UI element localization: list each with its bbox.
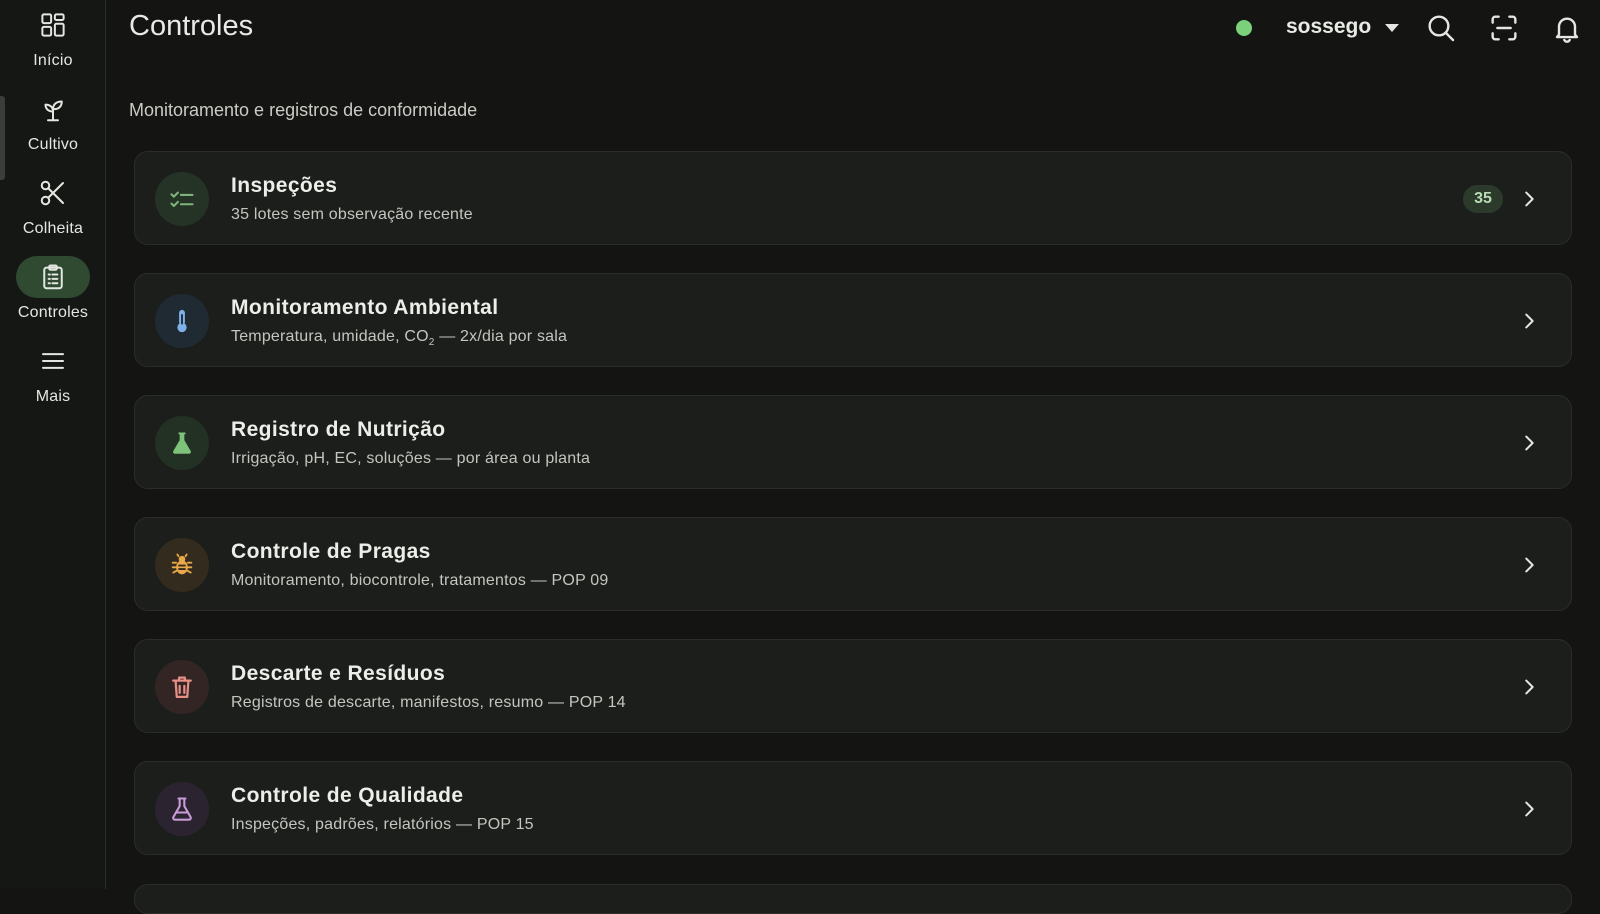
chevron-right-icon [1515,429,1543,457]
menu-icon [42,353,64,369]
card-title: Registro de Nutrição [231,418,446,441]
description-text-end: — 2x/dia por sala [434,328,568,345]
nav-item-mais[interactable]: Mais [0,340,106,420]
card-icon-bg [155,416,209,470]
count-badge: 35 [1463,185,1503,213]
card-description: Inspeções, padrões, relatórios — POP 15 [231,816,534,833]
navigation-rail: Início Cultivo Colheita Controles Mais [0,0,106,889]
card-title: Controle de Qualidade [231,784,464,807]
card-descarte-residuos[interactable]: Descarte e Resíduos Registros de descart… [134,639,1572,733]
card-description: 35 lotes sem observação recente [231,206,473,223]
chevron-right-icon [1515,307,1543,335]
card-icon-bg [155,294,209,348]
notifications-button[interactable] [1547,8,1587,48]
chevron-right-icon [1515,673,1543,701]
trash-icon [172,676,192,699]
card-controle-pragas[interactable]: Controle de Pragas Monitoramento, biocon… [134,517,1572,611]
clipboard-list-icon [43,264,63,290]
nav-item-controles[interactable]: Controles [0,256,106,336]
card-title: Controle de Pragas [231,540,431,563]
nav-label-controles: Controles [17,304,89,321]
chevron-right-icon [1515,795,1543,823]
card-registro-nutricao[interactable]: Registro de Nutrição Irrigação, pH, EC, … [134,395,1572,489]
card-inspecoes[interactable]: Inspeções 35 lotes sem observação recent… [134,151,1572,245]
chevron-right-icon [1515,185,1543,213]
card-description: Irrigação, pH, EC, soluções — por área o… [231,450,591,467]
nav-label-mais: Mais [35,388,71,405]
checklist-icon [170,191,194,208]
nav-item-cultivo[interactable]: Cultivo [0,88,106,168]
nav-item-colheita[interactable]: Colheita [0,172,106,252]
flask-icon [173,432,191,454]
card-icon-bg [155,172,209,226]
bug-icon [171,553,193,575]
bell-icon [1555,17,1579,43]
status-dot [1236,20,1252,36]
nav-icon-wrap [16,88,90,130]
card-title: Inspeções [231,174,338,197]
card-icon-bg [155,782,209,836]
nav-item-inicio[interactable]: Início [0,4,106,84]
chevron-down-icon[interactable] [1385,24,1399,32]
scan-icon [1491,15,1517,41]
scan-button[interactable] [1484,8,1524,48]
search-icon [1428,15,1455,42]
search-button[interactable] [1421,8,1461,48]
description-text: Temperatura, umidade, CO [231,328,429,345]
card-controle-qualidade[interactable]: Controle de Qualidade Inspeções, padrões… [134,761,1572,855]
card-title: Descarte e Resíduos [231,662,446,685]
nav-label-colheita: Colheita [22,220,84,237]
thermometer-icon [177,309,187,333]
card-description: Registros de descarte, manifestos, resum… [231,694,626,711]
nav-label-inicio: Início [33,52,73,69]
chevron-right-icon [1515,551,1543,579]
sprout-icon [44,100,63,122]
card-icon-bg [155,538,209,592]
dashboard-icon [41,13,65,37]
nav-icon-wrap [16,4,90,46]
card-icon-bg [155,660,209,714]
nav-icon-wrap [16,340,90,382]
nav-icon-wrap-active [16,256,90,298]
card-description: Temperatura, umidade, CO2 — 2x/dia por s… [231,328,567,348]
page-subtitle: Monitoramento e registros de conformidad… [129,100,478,120]
card-monitoramento-ambiental[interactable]: Monitoramento Ambiental Temperatura, umi… [134,273,1572,367]
card-description: Monitoramento, biocontrole, tratamentos … [231,572,609,589]
user-selector[interactable]: sossego [1286,15,1371,39]
nav-icon-wrap [16,172,90,214]
page-title: Controles [129,10,254,42]
beaker-outline-icon [172,797,192,821]
nav-label-cultivo: Cultivo [27,136,79,153]
card-title: Monitoramento Ambiental [231,296,499,319]
scissors-icon [40,180,64,206]
